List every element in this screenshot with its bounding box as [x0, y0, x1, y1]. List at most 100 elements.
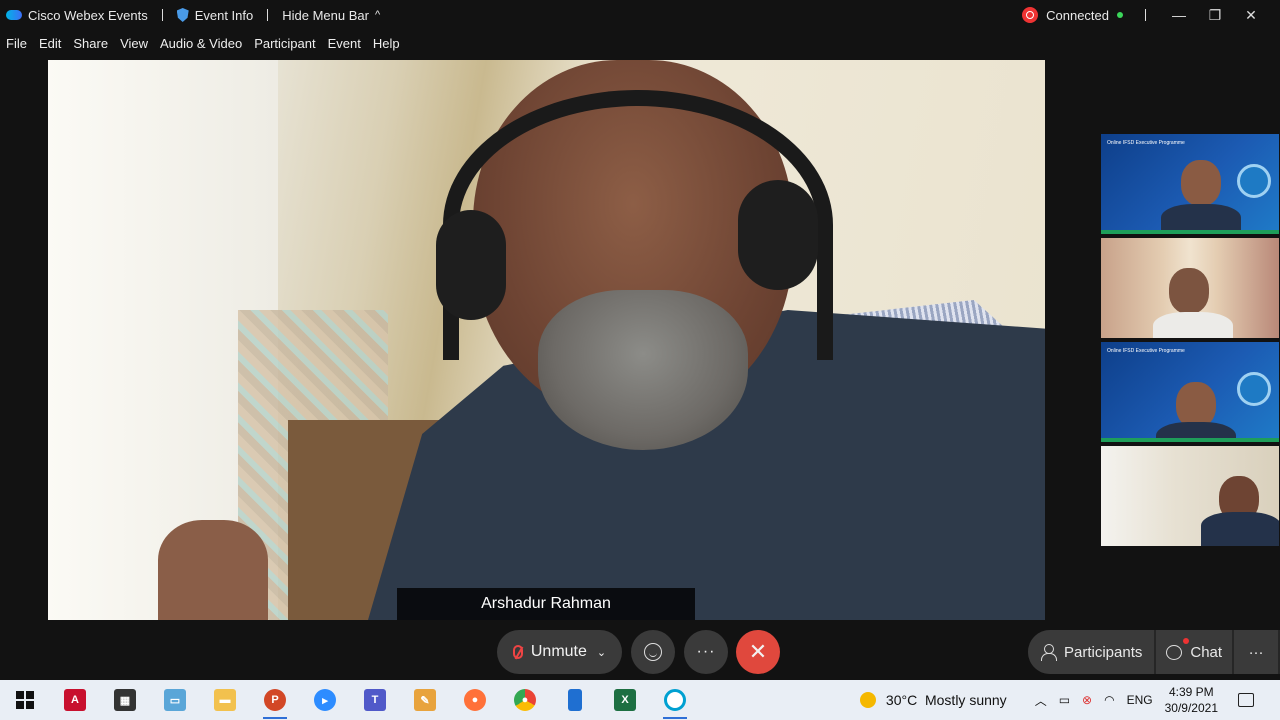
taskbar-chrome[interactable]: ●	[500, 680, 550, 720]
taskbar-webex[interactable]	[650, 680, 700, 720]
divider	[161, 9, 163, 21]
wifi-icon[interactable]: ◠	[1104, 693, 1114, 707]
windows-taskbar: A ▦ ▭ ▬ P ▸ T ✎ ● ● X 30°C Mostly sunny …	[0, 680, 1280, 720]
participant-figure	[1181, 160, 1221, 206]
weather-sun-icon	[859, 692, 876, 708]
menu-bar: File Edit Share View Audio & Video Parti…	[0, 36, 406, 56]
panel-more-button[interactable]: ···	[1234, 630, 1279, 674]
chat-bubble-icon	[1166, 644, 1183, 660]
participant-thumbnail[interactable]	[1101, 238, 1279, 338]
speaker-figure	[158, 520, 268, 620]
participant-figure	[1201, 512, 1279, 546]
battery-icon[interactable]: ▭	[1059, 693, 1070, 707]
participant-figure	[1153, 312, 1233, 338]
weather-label[interactable]: 30°C Mostly sunny	[886, 692, 1007, 708]
unmute-label: Unmute	[530, 643, 587, 660]
language-indicator[interactable]: ENG	[1127, 693, 1153, 707]
taskbar-explorer[interactable]: ▬	[200, 680, 250, 720]
speaker-name-tag: Arshadur Rahman	[397, 588, 695, 620]
headset-figure	[738, 180, 818, 290]
slide-title: Online IFSD Executive Programme	[1107, 140, 1185, 146]
menu-file[interactable]: File	[0, 36, 33, 56]
clock-date: 30/9/2021	[1164, 701, 1218, 715]
recording-icon	[1022, 7, 1039, 23]
meeting-controls: Unmute ⌄ ··· ✕ Participants Chat ···	[0, 630, 1280, 674]
headset-figure	[436, 210, 506, 320]
shield-icon[interactable]	[176, 8, 189, 22]
slide-graphic	[1237, 164, 1271, 198]
powerpoint-icon: P	[264, 689, 286, 711]
clock-time: 4:39 PM	[1168, 685, 1214, 699]
chevron-up-icon[interactable]: ︿	[1035, 692, 1047, 709]
participants-label: Participants	[1064, 643, 1143, 661]
system-tray: 30°C Mostly sunny ︿ ▭ ⊗ ◠ ENG 4:39 PM 30…	[859, 680, 1280, 720]
unmute-button[interactable]: Unmute ⌄	[497, 630, 622, 674]
slide-graphic	[1237, 372, 1271, 406]
participants-button[interactable]: Participants	[1028, 630, 1155, 674]
chat-button[interactable]: Chat	[1156, 630, 1233, 674]
taskbar-files[interactable]: ▭	[150, 680, 200, 720]
excel-icon: X	[614, 689, 636, 711]
menu-audio-video[interactable]: Audio & Video	[154, 36, 248, 56]
main-video[interactable]	[48, 60, 1045, 620]
reactions-button[interactable]	[631, 630, 675, 674]
mic-muted-icon	[512, 645, 523, 659]
unread-badge	[1183, 638, 1190, 644]
taskbar-powerpoint[interactable]: P	[250, 680, 300, 720]
participant-thumbnail[interactable]	[1101, 446, 1279, 546]
network-error-icon[interactable]: ⊗	[1082, 693, 1092, 707]
taskbar-teams[interactable]: T	[350, 680, 400, 720]
taskbar-phone[interactable]	[550, 680, 600, 720]
close-window-button[interactable]: ✕	[1240, 7, 1262, 24]
store-bag-icon: ▦	[114, 689, 136, 711]
taskbar-firefox[interactable]: ●	[450, 680, 500, 720]
menu-event[interactable]: Event	[322, 36, 367, 56]
event-info-button[interactable]: Event Info	[195, 8, 254, 23]
chrome-icon: ●	[514, 689, 536, 711]
menu-participant[interactable]: Participant	[248, 36, 321, 56]
windows-logo-icon	[16, 691, 34, 709]
taskbar-store[interactable]: ▦	[100, 680, 150, 720]
files-icon: ▭	[164, 689, 186, 711]
menu-help[interactable]: Help	[367, 36, 406, 56]
restore-button[interactable]: ❐	[1204, 7, 1226, 24]
chevron-up-icon[interactable]: ^	[375, 9, 380, 21]
leave-button[interactable]: ✕	[736, 630, 780, 674]
panel-controls: Participants Chat ···	[1028, 630, 1280, 674]
participant-figure	[1156, 422, 1236, 442]
taskbar-acrobat[interactable]: A	[50, 680, 100, 720]
acrobat-icon: A	[64, 689, 86, 711]
hide-menu-bar-button[interactable]: Hide Menu Bar	[282, 8, 369, 23]
menu-share[interactable]: Share	[67, 36, 114, 56]
menu-edit[interactable]: Edit	[33, 36, 67, 56]
taskbar-paint[interactable]: ✎	[400, 680, 450, 720]
smiley-icon	[644, 643, 662, 661]
participant-thumbnail[interactable]: Online IFSD Executive Programme	[1101, 342, 1279, 442]
more-options-button[interactable]: ···	[684, 630, 728, 674]
notification-icon[interactable]	[1238, 693, 1254, 707]
webex-icon	[664, 689, 686, 711]
slide-title: Online IFSD Executive Programme	[1107, 348, 1185, 354]
clock[interactable]: 4:39 PM 30/9/2021	[1165, 684, 1218, 716]
status-dot-icon	[1117, 12, 1123, 18]
minimize-button[interactable]: —	[1168, 7, 1190, 23]
connection-status-label: Connected	[1046, 7, 1109, 23]
paint-icon: ✎	[414, 689, 436, 711]
participant-figure	[1169, 268, 1209, 314]
app-title: Cisco Webex Events	[28, 7, 148, 23]
participant-thumbnails: Online IFSD Executive Programme Online I…	[1101, 134, 1279, 550]
taskbar-excel[interactable]: X	[600, 680, 650, 720]
chevron-down-icon[interactable]: ⌄	[597, 646, 606, 659]
start-button[interactable]	[0, 680, 50, 720]
connection-status[interactable]: Connected	[1022, 7, 1123, 23]
webex-logo-icon	[6, 8, 22, 22]
participant-thumbnail[interactable]: Online IFSD Executive Programme	[1101, 134, 1279, 234]
taskbar-zoom[interactable]: ▸	[300, 680, 350, 720]
teams-icon: T	[364, 689, 386, 711]
phone-icon	[568, 689, 582, 711]
person-icon	[1040, 644, 1057, 661]
menu-view[interactable]: View	[114, 36, 154, 56]
firefox-icon: ●	[464, 689, 486, 711]
participant-figure	[1161, 204, 1241, 234]
folder-icon: ▬	[214, 689, 236, 711]
